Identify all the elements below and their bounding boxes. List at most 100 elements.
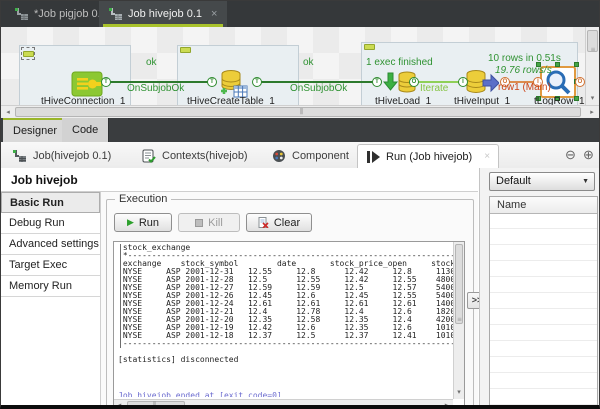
context-selector-value: Default [496,175,531,187]
contexts-icon [142,149,156,163]
tab-run-view[interactable]: Run (Job hivejob) × [357,144,500,168]
scroll-left-arrow[interactable]: ◂ [2,107,14,118]
stat-rate: 19.76 rows/s [495,65,552,76]
sidebar-item-advanced-settings[interactable]: Advanced settings [1,234,100,255]
canvas-vscrollbar[interactable]: ≡ ▾ [585,27,599,105]
collapse-minus-icon[interactable] [23,51,34,57]
tab-contexts-view[interactable]: Contexts(hivejob) [134,144,256,168]
component-palette-icon [273,150,285,162]
tab-label: Designer [13,125,58,137]
job-icon [13,149,26,162]
console-scroll-down-arrow[interactable]: ▾ [453,387,464,399]
table-header-name[interactable]: Name [490,197,597,214]
component-label[interactable]: tLogRow_1 [534,96,585,105]
application-window: *Job pigjob 0.1 Job hivejob 0.1 × T T T … [0,0,600,409]
context-panel: Default ▼ Name [479,168,599,405]
trigger-badge[interactable]: T [207,77,217,87]
link-label-ok-1: ok [146,57,157,68]
stat-rows: 10 rows in 0.51s [488,53,561,64]
console-scroll-right-arrow[interactable]: ▸ [441,401,452,405]
console-end-line: Job hivejob ended at [exit code=0] [118,392,282,397]
tab-label: Contexts(hivejob) [162,150,248,162]
tab-label: Component [292,150,349,162]
execution-groupbox: Execution ▶ Run Kill Clear |stock_exchan… [106,193,474,405]
run-sidebar: Basic Run Debug Run Advanced settings Ta… [1,192,101,405]
sidebar-item-label: Advanced settings [9,238,99,250]
collapse-minus-icon[interactable] [180,47,191,53]
thiveinput-icon[interactable] [465,69,499,97]
kill-button[interactable]: Kill [178,213,240,232]
connector-badge[interactable]: O [575,77,585,87]
tab-job-view[interactable]: Job(hivejob 0.1) [5,144,119,168]
component-label[interactable]: tHiveInput_1 [454,96,510,105]
component-label[interactable]: tHiveCreateTable_1 [187,96,275,105]
editor-mode-bar: Designer Code [1,118,599,142]
sidebar-item-basic-run[interactable]: Basic Run [1,192,100,213]
chevron-down-icon: ▼ [582,178,589,185]
play-icon: ▶ [126,217,134,227]
sidebar-item-label: Target Exec [9,259,68,271]
link-label-row1-main: row1 (Main) [498,82,551,93]
stat-exec-finished: 1 exec finished [366,57,433,68]
tab-designer[interactable]: Designer [3,118,69,142]
run-button[interactable]: ▶ Run [114,213,172,232]
execution-group-label: Execution [115,193,172,205]
kill-button-label: Kill [208,216,223,229]
editor-tab-bar: *Job pigjob 0.1 Job hivejob 0.1 × [1,1,599,27]
sidebar-item-label: Debug Run [9,217,65,229]
page-title: Job hivejob [11,173,78,187]
trigger-badge[interactable]: T [372,77,382,87]
job-icon [109,7,122,20]
minimize-view-icon[interactable]: ⊖ [565,147,576,163]
collapse-minus-icon[interactable] [364,44,375,50]
console-output[interactable]: |stock_exchange |*----------------------… [113,241,465,405]
sidebar-item-target-exec[interactable]: Target Exec [1,255,100,276]
link-label-onsubjobok-2: OnSubjobOk [290,83,348,94]
trigger-badge[interactable]: T [101,77,111,87]
execution-panel: Execution ▶ Run Kill Clear |stock_exchan… [101,192,487,405]
component-label[interactable]: tHiveLoad_1 [375,96,431,105]
thivecreatetable-icon[interactable] [215,69,251,99]
sidebar-item-label: Basic Run [10,197,64,209]
tab-label: Job hivejob 0.1 [128,8,202,20]
connector-badge[interactable]: I [458,77,468,87]
run-view-header: Job hivejob [1,168,478,192]
tab-component-view[interactable]: Component [264,144,357,168]
maximize-view-icon[interactable]: ⊕ [583,147,594,163]
sidebar-item-debug-run[interactable]: Debug Run [1,213,100,234]
console-vscrollbar[interactable]: ≡ [453,242,464,387]
canvas-hscrollbar[interactable]: ◂ ||| ▸ [1,105,599,118]
tab-label: *Job pigjob 0.1 [34,8,107,20]
connector-badge[interactable]: O [409,77,419,87]
scroll-right-arrow[interactable]: ▸ [586,107,598,118]
tab-label: Run (Job hivejob) [386,150,473,163]
selection-handle[interactable] [574,62,579,67]
tab-code[interactable]: Code [62,118,110,142]
context-selector[interactable]: Default ▼ [489,172,595,191]
thiveconnection-icon[interactable] [71,71,103,97]
run-button-label: Run [138,216,160,229]
console-hscrollbar[interactable]: ◂ ||| ▸ [114,399,453,405]
job-design-canvas[interactable]: T T T T O I O I O ok OnSubjobOk ok OnSub… [1,27,585,105]
link-label-onsubjobok-1: OnSubjobOk [127,83,185,94]
tab-label: Code [72,124,99,136]
clear-button-label: Clear [273,216,301,229]
sidebar-item-memory-run[interactable]: Memory Run [1,276,100,297]
clear-icon [258,217,269,228]
trigger-badge[interactable]: T [252,77,262,87]
console-scroll-left-arrow[interactable]: ◂ [114,401,125,405]
sidebar-item-label: Memory Run [9,280,72,292]
component-label[interactable]: tHiveConnection_1 [41,96,126,105]
console-text: |stock_exchange |*----------------------… [118,243,464,364]
view-tab-bar: Job(hivejob 0.1) Contexts(hivejob) Compo… [1,142,599,168]
context-variable-table[interactable]: Name [489,196,598,405]
link-label-ok-2: ok [303,57,314,68]
close-icon[interactable]: × [484,151,490,162]
scroll-down-arrow[interactable]: ▾ [586,93,599,105]
link-label-iterate: Iterate [420,83,449,94]
run-icon [367,150,380,163]
tab-job-hivejob[interactable]: Job hivejob 0.1 × [99,1,228,27]
close-icon[interactable]: × [211,8,217,20]
clear-button[interactable]: Clear [246,213,312,232]
stop-icon [195,218,204,227]
